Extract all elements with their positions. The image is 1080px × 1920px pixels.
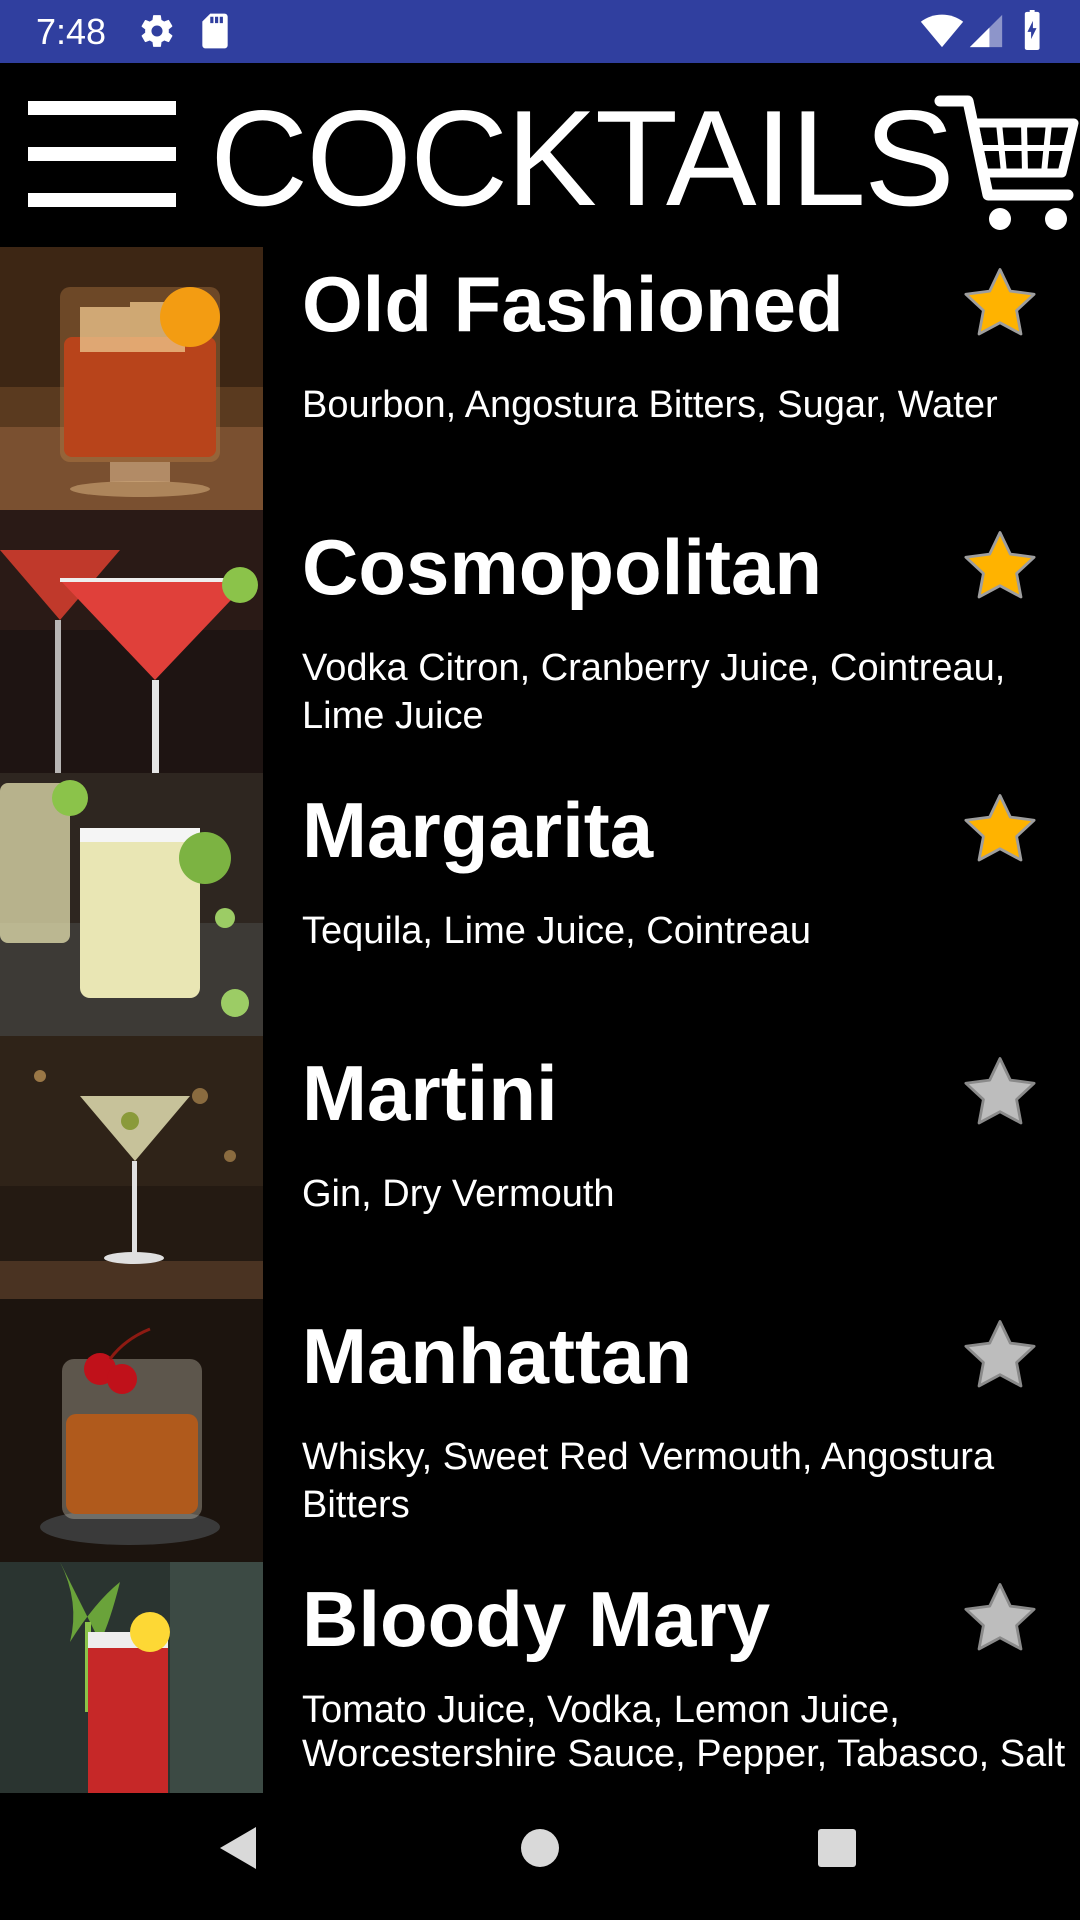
cocktail-name: Cosmopolitan [302, 523, 822, 611]
screen: 7:48 COCKTAILS Old Fashioned Bourbon, An… [0, 0, 1080, 1920]
list-item-margarita[interactable]: Margarita Tequila, Lime Juice, Cointreau [0, 773, 1080, 1036]
favorite-star-icon[interactable] [962, 1582, 1038, 1654]
cocktail-image-martini [0, 1036, 263, 1299]
list-item-cosmopolitan[interactable]: Cosmopolitan Vodka Citron, Cranberry Jui… [0, 510, 1080, 773]
cocktail-list[interactable]: Old Fashioned Bourbon, Angostura Bitters… [0, 247, 1080, 1793]
back-icon[interactable] [216, 1823, 260, 1873]
recents-icon[interactable] [815, 1823, 859, 1873]
cocktail-name: Old Fashioned [302, 260, 844, 348]
sd-card-icon [202, 13, 228, 49]
cocktail-name: Bloody Mary [302, 1575, 771, 1663]
list-item-bloody-mary[interactable]: Bloody Mary Tomato Juice, Vodka, Lemon J… [0, 1562, 1080, 1793]
app-title: COCKTAILS [210, 82, 955, 234]
status-time: 7:48 [36, 11, 107, 52]
favorite-star-icon[interactable] [962, 267, 1038, 339]
cocktail-image-cosmopolitan [0, 510, 263, 773]
cocktail-ingredients: Tequila, Lime Juice, Cointreau [302, 910, 812, 952]
status-bar: 7:48 [0, 0, 1080, 63]
cocktail-name: Martini [302, 1049, 558, 1137]
app-bar: COCKTAILS [0, 63, 1080, 247]
cocktail-ingredients: Tomato Juice, Vodka, Lemon Juice, Worces… [302, 1689, 1066, 1775]
cocktail-ingredients: Whisky, Sweet Red Vermouth, Angostura Bi… [302, 1436, 995, 1526]
cocktail-ingredients: Bourbon, Angostura Bitters, Sugar, Water [302, 384, 998, 426]
navigation-bar [0, 1793, 1080, 1920]
home-icon[interactable] [515, 1823, 565, 1873]
favorite-star-icon[interactable] [962, 1319, 1038, 1391]
cocktail-ingredients: Gin, Dry Vermouth [302, 1173, 615, 1215]
battery-icon [1024, 10, 1040, 50]
shopping-cart-icon[interactable] [934, 87, 1080, 237]
cocktail-name: Manhattan [302, 1312, 692, 1400]
list-item-martini[interactable]: Martini Gin, Dry Vermouth [0, 1036, 1080, 1299]
favorite-star-icon[interactable] [962, 530, 1038, 602]
wifi-icon [920, 14, 964, 48]
signal-icon [969, 14, 1003, 48]
cocktail-name: Margarita [302, 786, 654, 874]
cocktail-image-old-fashioned [0, 247, 263, 510]
cocktail-image-bloody-mary [0, 1562, 263, 1793]
gear-icon [141, 15, 173, 47]
hamburger-menu-icon[interactable] [28, 101, 176, 207]
list-item-old-fashioned[interactable]: Old Fashioned Bourbon, Angostura Bitters… [0, 247, 1080, 510]
cocktail-image-margarita [0, 773, 263, 1036]
list-item-manhattan[interactable]: Manhattan Whisky, Sweet Red Vermouth, An… [0, 1299, 1080, 1562]
favorite-star-icon[interactable] [962, 1056, 1038, 1128]
favorite-star-icon[interactable] [962, 793, 1038, 865]
cocktail-image-manhattan [0, 1299, 263, 1562]
cocktail-ingredients: Vodka Citron, Cranberry Juice, Cointreau… [302, 647, 1006, 737]
